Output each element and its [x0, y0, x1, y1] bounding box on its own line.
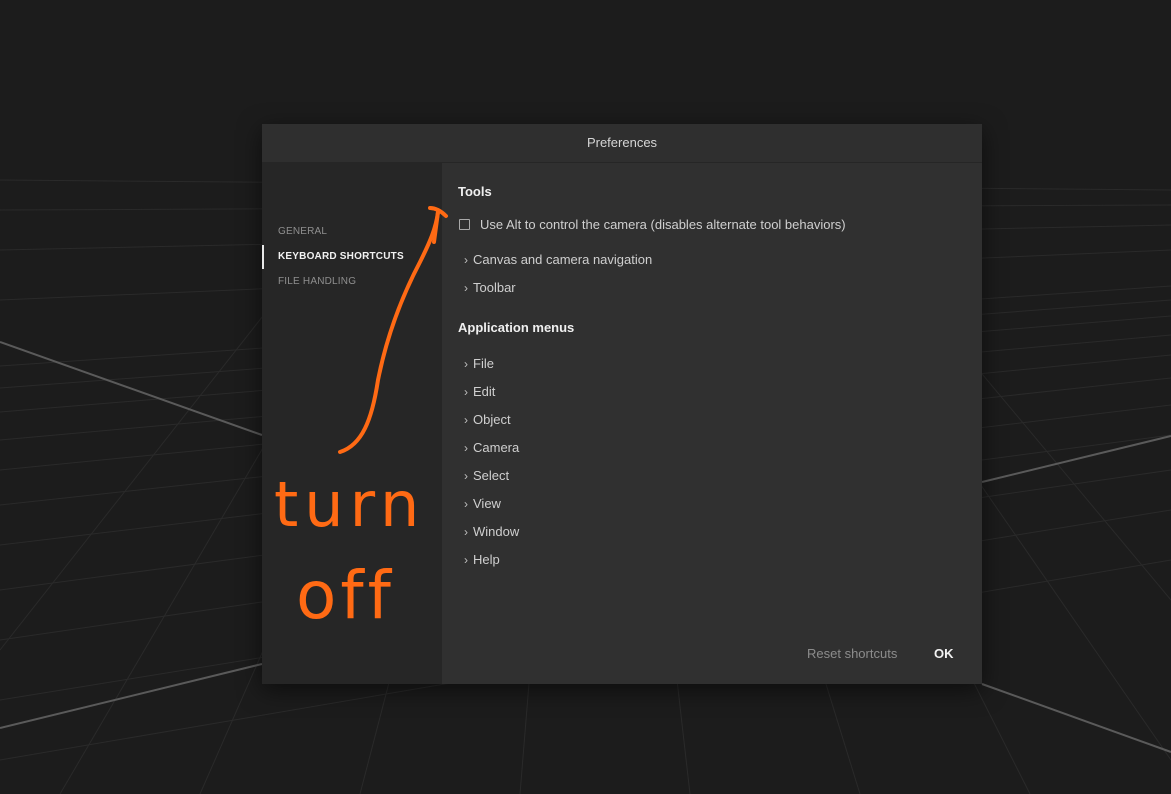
chevron-right-icon: ›: [464, 525, 468, 539]
chevron-right-icon: ›: [464, 385, 468, 399]
expander-toolbar[interactable]: › Toolbar: [464, 278, 516, 298]
expander-window[interactable]: › Window: [464, 522, 519, 542]
preferences-dialog: Preferences GENERAL KEYBOARD SHORTCUTS F…: [262, 124, 982, 684]
expander-edit[interactable]: › Edit: [464, 382, 495, 402]
application-menus-section-title: Application menus: [458, 320, 575, 335]
chevron-right-icon: ›: [464, 281, 468, 295]
reset-shortcuts-button[interactable]: Reset shortcuts: [807, 644, 897, 664]
chevron-right-icon: ›: [464, 253, 468, 267]
expander-camera[interactable]: › Camera: [464, 438, 519, 458]
preferences-sidebar: GENERAL KEYBOARD SHORTCUTS FILE HANDLING: [262, 163, 442, 684]
alt-camera-option[interactable]: Use Alt to control the camera (disables …: [459, 215, 846, 233]
tools-section-title: Tools: [458, 184, 492, 199]
ok-button[interactable]: OK: [934, 644, 954, 664]
sidebar-item-general[interactable]: GENERAL: [262, 220, 442, 244]
expander-select[interactable]: › Select: [464, 466, 509, 486]
dialog-title: Preferences: [262, 124, 982, 163]
expander-help[interactable]: › Help: [464, 550, 500, 570]
alt-camera-checkbox[interactable]: [459, 218, 470, 230]
shortcuts-panel: Tools Use Alt to control the camera (dis…: [442, 163, 982, 684]
sidebar-item-file-handling[interactable]: FILE HANDLING: [262, 270, 442, 294]
alt-camera-label[interactable]: Use Alt to control the camera (disables …: [480, 217, 846, 232]
chevron-right-icon: ›: [464, 357, 468, 371]
expander-canvas-camera-navigation[interactable]: › Canvas and camera navigation: [464, 250, 652, 270]
chevron-right-icon: ›: [464, 441, 468, 455]
expander-object[interactable]: › Object: [464, 410, 511, 430]
chevron-right-icon: ›: [464, 413, 468, 427]
chevron-right-icon: ›: [464, 469, 468, 483]
expander-view[interactable]: › View: [464, 494, 501, 514]
chevron-right-icon: ›: [464, 497, 468, 511]
chevron-right-icon: ›: [464, 553, 468, 567]
expander-file[interactable]: › File: [464, 354, 494, 374]
sidebar-item-keyboard-shortcuts[interactable]: KEYBOARD SHORTCUTS: [262, 245, 442, 269]
